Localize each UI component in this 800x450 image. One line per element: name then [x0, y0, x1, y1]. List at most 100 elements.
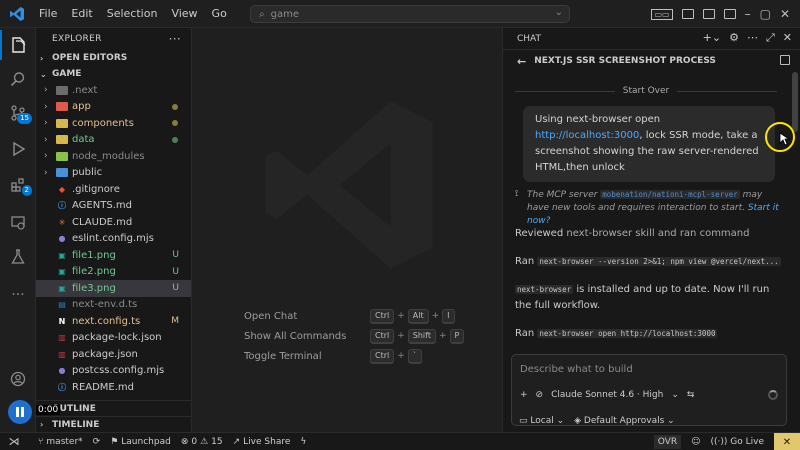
new-chat-icon[interactable]: +⌄ [703, 31, 721, 45]
split-view-icon[interactable] [780, 55, 790, 65]
toggle-panel-icon[interactable] [702, 9, 715, 19]
close-icon[interactable]: ✕ [780, 7, 790, 21]
ran-command-code: next-browser open http://localhost:3000 [537, 329, 718, 338]
open-chat-hint[interactable]: Open Chat Ctrl + Alt + I [244, 306, 464, 326]
next-icon: N [58, 316, 66, 326]
add-context-icon[interactable]: + [520, 390, 528, 400]
localhost-link[interactable]: http://localhost:3000 [535, 130, 639, 141]
lightning-status[interactable]: ϟ [300, 437, 306, 447]
tree-item-next-env-d-ts[interactable]: ▤ next-env.d.ts [36, 297, 191, 314]
tree-item-label: file2.png [72, 266, 116, 278]
key-alt: Alt [407, 308, 429, 324]
timeline-section[interactable]: › TIMELINE [36, 416, 192, 432]
layout-icon[interactable]: ▭▭ [651, 8, 673, 20]
more-actions-icon[interactable]: ··· [169, 32, 181, 46]
tools-icon[interactable]: ⇆ [687, 390, 695, 400]
recording-pause-button[interactable] [8, 400, 32, 424]
warning-icon: ⚠ [200, 436, 209, 447]
tree-item--gitignore[interactable]: ◆ .gitignore [36, 181, 191, 198]
ts-icon: ▤ [58, 300, 66, 310]
gear-icon[interactable]: ⚙ [729, 31, 739, 45]
tree-item-agents-md[interactable]: ⓘ AGENTS.md [36, 198, 191, 215]
open-editors-section[interactable]: › OPEN EDITORS [36, 50, 191, 66]
testing-icon[interactable] [0, 242, 36, 272]
tree-item-readme-md[interactable]: ⓘ README.md [36, 379, 191, 396]
tree-item--next[interactable]: › .next [36, 82, 191, 99]
tree-item-package-json[interactable]: ▥ package.json [36, 346, 191, 363]
tree-item-node-modules[interactable]: › node_modules [36, 148, 191, 165]
tree-item-eslint-config-mjs[interactable]: ● eslint.config.mjs [36, 231, 191, 248]
more-icon[interactable]: ⋯ [747, 31, 758, 45]
menu-file[interactable]: File [32, 0, 64, 28]
run-debug-icon[interactable] [0, 134, 36, 164]
agent-icon[interactable]: ⊘ [536, 390, 544, 400]
chat-scrollbar[interactable] [792, 72, 798, 132]
explorer-sidebar: EXPLORER ··· › OPEN EDITORS ⌄ GAME › .nex… [36, 28, 192, 432]
ran-command-1[interactable]: Ran next-browser --version 2>&1; npm vie… [515, 254, 787, 270]
activity-bar: 15 2 ··· [0, 28, 36, 432]
menu-view[interactable]: View [164, 0, 204, 28]
toggle-terminal-hint[interactable]: Toggle Terminal Ctrl + ` [244, 346, 464, 366]
tree-item-file3-png[interactable]: ▣ file3.png U [36, 280, 191, 297]
tree-item-file1-png[interactable]: ▣ file1.png U [36, 247, 191, 264]
tree-item-public[interactable]: › public [36, 165, 191, 182]
back-arrow-icon[interactable]: ← [517, 55, 526, 68]
search-icon[interactable] [0, 64, 36, 94]
live-share-status[interactable]: ↗ Live Share [233, 437, 291, 447]
menu-go[interactable]: Go [205, 0, 234, 28]
show-all-commands-hint[interactable]: Show All Commands Ctrl + Shift + P [244, 326, 465, 346]
menu-selection[interactable]: Selection [100, 0, 165, 28]
remote-icon[interactable]: ⋊ [0, 433, 28, 450]
tree-item-postcss-config-mjs[interactable]: ● postcss.config.mjs [36, 363, 191, 380]
start-over-divider[interactable]: Start Over [515, 86, 777, 96]
launchpad-status[interactable]: ⚑ Launchpad [110, 437, 171, 447]
tree-item-app[interactable]: › app [36, 99, 191, 116]
info-icon: ⓘ [58, 201, 66, 211]
toggle-sidebar-icon[interactable] [681, 9, 694, 19]
chevron-down-icon[interactable]: ⌄ [671, 390, 679, 400]
tree-item-label: postcss.config.mjs [72, 365, 165, 377]
tree-item-components[interactable]: › components [36, 115, 191, 132]
mcp-text: The MCP server [527, 190, 601, 200]
reviewed-detail: next-browser skill and ran command [566, 228, 750, 239]
reviewed-line[interactable]: Reviewed next-browser skill and ran comm… [515, 226, 787, 242]
local-picker[interactable]: ▭ Local ⌄ [519, 416, 564, 426]
tree-item-file2-png[interactable]: ▣ file2.png U [36, 264, 191, 281]
remote-explorer-icon[interactable] [0, 208, 36, 238]
extensions-icon[interactable]: 2 [0, 170, 36, 200]
tree-item-claude-md[interactable]: ✳ CLAUDE.md [36, 214, 191, 231]
ovr-indicator[interactable]: OVR [653, 435, 682, 449]
toggle-secondary-sidebar-icon[interactable] [723, 9, 736, 19]
chevron-down-icon[interactable]: ⌄ [555, 7, 563, 18]
bell-icon[interactable]: ✕ [774, 433, 800, 450]
tree-item-next-config-ts[interactable]: Nnext.config.ts M [36, 313, 191, 330]
tree-item-package-lock-json[interactable]: ▥ package-lock.json [36, 330, 191, 347]
tree-item-data[interactable]: › data [36, 132, 191, 149]
window-controls: ▭▭ – ▢ ✕ [651, 0, 800, 28]
account-icon[interactable] [0, 364, 36, 394]
source-control-badge: 15 [17, 113, 32, 124]
command-center-search[interactable]: ⌕ game ⌄ [250, 5, 570, 23]
model-picker[interactable]: Claude Sonnet 4.6 · High [551, 390, 663, 400]
tree-item-label: .next [72, 84, 98, 96]
chevron-right-icon: › [44, 118, 48, 129]
ran-command-2[interactable]: Ran next-browser open http://localhost:3… [515, 326, 787, 342]
copilot-icon[interactable]: ☺ [691, 437, 700, 447]
menu-edit[interactable]: Edit [64, 0, 99, 28]
root-folder-section[interactable]: ⌄ GAME [36, 66, 191, 82]
problems-status[interactable]: ⊗ 0 ⚠ 15 [181, 437, 223, 447]
explorer-icon[interactable] [0, 30, 36, 60]
title-bar: File Edit Selection View Go ← → ⌕ game ⌄… [0, 0, 800, 28]
sync-status[interactable]: ⟳ [93, 437, 101, 447]
approvals-picker[interactable]: ◈ Default Approvals ⌄ [574, 416, 675, 426]
chat-tab[interactable]: CHAT [517, 34, 541, 44]
toggle-terminal-label: Toggle Terminal [244, 350, 322, 362]
more-icon[interactable]: ··· [0, 280, 36, 310]
source-control-icon[interactable]: 15 [0, 98, 36, 128]
close-icon[interactable]: ✕ [783, 31, 792, 45]
branch-status[interactable]: ⑂ master* [38, 437, 83, 447]
go-live-button[interactable]: ((·)) Go Live [710, 437, 764, 447]
maximize-icon[interactable]: ⤢ [766, 31, 775, 45]
maximize-icon[interactable]: ▢ [760, 7, 771, 21]
minimize-icon[interactable]: – [745, 7, 751, 21]
